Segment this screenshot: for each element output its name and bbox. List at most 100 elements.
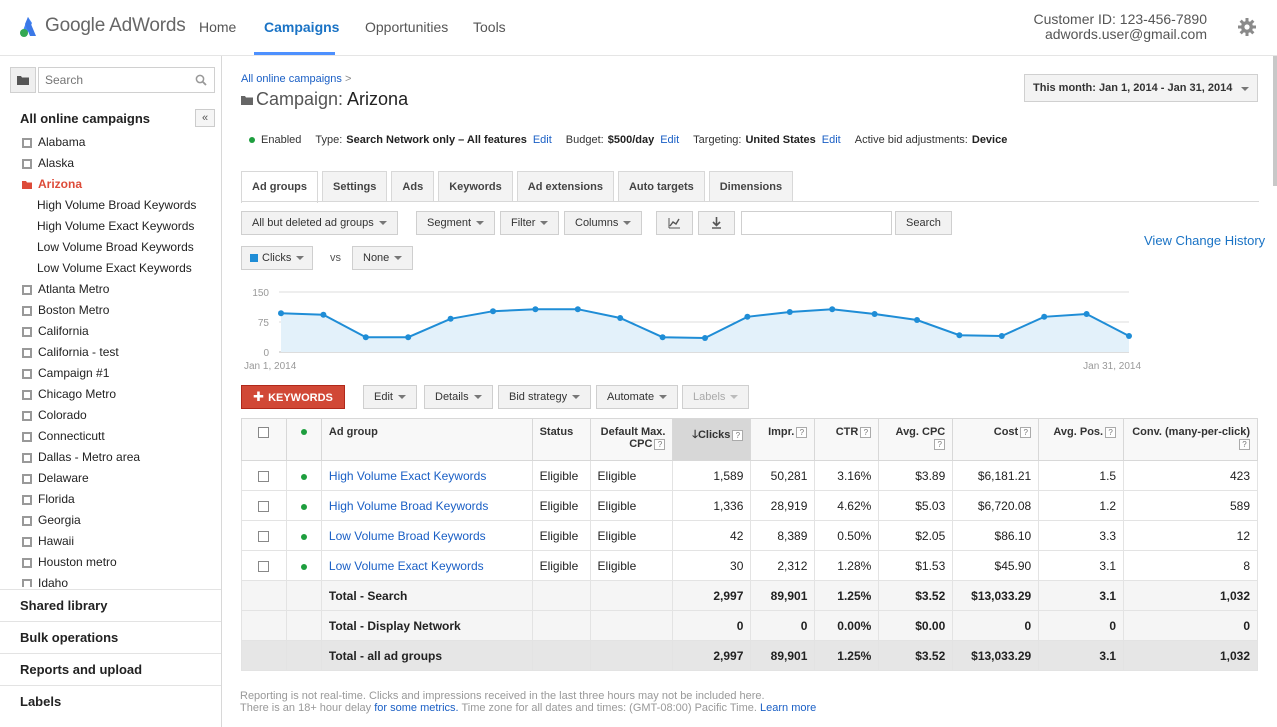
help-icon[interactable]: ? xyxy=(796,426,808,438)
all-campaigns-link[interactable]: All online campaigns xyxy=(20,111,150,126)
some-metrics-link[interactable]: for some metrics. xyxy=(374,702,458,714)
row-checkbox[interactable] xyxy=(258,470,270,482)
header-conv[interactable]: Conv. (many-per-click)? xyxy=(1123,418,1258,461)
row-checkbox[interactable] xyxy=(258,560,270,572)
sidebar-campaign-item[interactable]: Colorado xyxy=(0,405,221,426)
header-ctr[interactable]: CTR? xyxy=(814,418,880,461)
nav-home[interactable]: Home xyxy=(199,19,236,35)
help-icon[interactable]: ? xyxy=(860,426,872,438)
sidebar-adgroup-item[interactable]: High Volume Exact Keywords xyxy=(0,216,221,237)
sidebar-campaign-item[interactable]: Dallas - Metro area xyxy=(0,447,221,468)
download-button[interactable] xyxy=(698,211,735,235)
nav-tools[interactable]: Tools xyxy=(473,19,506,35)
row-status-cell[interactable] xyxy=(285,550,322,581)
sidebar-campaign-item[interactable]: Arizona xyxy=(0,174,221,195)
edit-targeting-link[interactable]: Edit xyxy=(822,134,841,146)
labels-link[interactable]: Labels xyxy=(0,685,221,717)
sidebar-campaign-item[interactable]: Georgia xyxy=(0,510,221,531)
tab-keywords[interactable]: Keywords xyxy=(438,171,513,202)
header-default-max-cpc[interactable]: Default Max. CPC? xyxy=(589,418,674,461)
help-icon[interactable]: ? xyxy=(1105,426,1117,438)
ad-group-link[interactable]: Low Volume Exact Keywords xyxy=(320,550,533,581)
header-avg-pos[interactable]: Avg. Pos.? xyxy=(1038,418,1125,461)
sidebar-campaign-item[interactable]: California - test xyxy=(0,342,221,363)
page-scrollbar[interactable] xyxy=(1273,56,1277,186)
default-cpc-cell[interactable]: Eligible xyxy=(589,550,674,581)
tab-ad-groups[interactable]: Ad groups xyxy=(241,171,318,203)
sidebar-campaign-item[interactable]: Idaho xyxy=(0,573,221,587)
ad-group-filter-select[interactable]: All but deleted ad groups xyxy=(241,211,398,235)
edit-button[interactable]: Edit xyxy=(363,385,417,409)
learn-more-link[interactable]: Learn more xyxy=(760,702,816,714)
automate-button[interactable]: Automate xyxy=(596,385,679,409)
search-icon[interactable] xyxy=(195,74,207,86)
sidebar-campaign-item[interactable]: Connecticutt xyxy=(0,426,221,447)
default-cpc-cell[interactable]: Eligible xyxy=(589,460,674,491)
account-info[interactable]: Customer ID: 123-456-7890 adwords.user@g… xyxy=(1033,12,1207,42)
nav-campaigns[interactable]: Campaigns xyxy=(264,19,339,35)
header-clicks[interactable]: 🡓Clicks? xyxy=(672,418,752,461)
tab-dimensions[interactable]: Dimensions xyxy=(708,171,794,202)
header-avg-cpc[interactable]: Avg. CPC? xyxy=(878,418,954,461)
shared-library-link[interactable]: Shared library xyxy=(0,589,221,621)
adwords-logo[interactable]: Google AdWords xyxy=(16,14,186,38)
sidebar-campaign-item[interactable]: Campaign #1 xyxy=(0,363,221,384)
nav-opportunities[interactable]: Opportunities xyxy=(365,19,448,35)
view-change-history-link[interactable]: View Change History xyxy=(1144,233,1265,248)
folder-toggle-button[interactable] xyxy=(10,67,36,93)
help-icon[interactable]: ? xyxy=(654,438,666,450)
help-icon[interactable]: ? xyxy=(1020,426,1032,438)
sidebar-campaign-item[interactable]: Houston metro xyxy=(0,552,221,573)
reports-upload-link[interactable]: Reports and upload xyxy=(0,653,221,685)
bulk-operations-link[interactable]: Bulk operations xyxy=(0,621,221,653)
ad-group-link[interactable]: Low Volume Broad Keywords xyxy=(320,520,533,551)
row-checkbox[interactable] xyxy=(258,500,270,512)
help-icon[interactable]: ? xyxy=(732,429,744,441)
add-keywords-button[interactable]: ✚ KEYWORDS xyxy=(241,385,345,409)
sidebar-campaign-item[interactable]: Alaska xyxy=(0,153,221,174)
bid-strategy-button[interactable]: Bid strategy xyxy=(498,385,592,409)
select-all-checkbox[interactable] xyxy=(258,426,270,438)
tab-ads[interactable]: Ads xyxy=(391,171,435,202)
gear-icon[interactable] xyxy=(1237,17,1257,37)
row-status-cell[interactable] xyxy=(285,460,322,491)
table-search-button[interactable]: Search xyxy=(895,211,952,235)
tab-auto-targets[interactable]: Auto targets xyxy=(617,171,705,202)
row-status-cell[interactable] xyxy=(285,520,322,551)
columns-button[interactable]: Columns xyxy=(564,211,643,235)
segment-button[interactable]: Segment xyxy=(416,211,496,235)
metric2-select[interactable]: None xyxy=(352,246,414,270)
sidebar-campaign-item[interactable]: Boston Metro xyxy=(0,300,221,321)
sidebar-adgroup-item[interactable]: High Volume Broad Keywords xyxy=(0,195,221,216)
sidebar-campaign-item[interactable]: Delaware xyxy=(0,468,221,489)
header-ad-group[interactable]: Ad group xyxy=(320,418,533,461)
help-icon[interactable]: ? xyxy=(934,438,946,450)
default-cpc-cell[interactable]: Eligible xyxy=(589,520,674,551)
row-checkbox[interactable] xyxy=(258,530,270,542)
default-cpc-cell[interactable]: Eligible xyxy=(589,490,674,521)
date-range-selector[interactable]: This month: Jan 1, 2014 - Jan 31, 2014 xyxy=(1024,74,1258,102)
sidebar-adgroup-item[interactable]: Low Volume Broad Keywords xyxy=(0,237,221,258)
sidebar-campaign-item[interactable]: California xyxy=(0,321,221,342)
row-status-cell[interactable] xyxy=(285,490,322,521)
sidebar-campaign-item[interactable]: Florida xyxy=(0,489,221,510)
table-search-input[interactable] xyxy=(741,211,892,235)
sidebar-campaign-item[interactable]: Hawaii xyxy=(0,531,221,552)
sidebar-campaign-item[interactable]: Chicago Metro xyxy=(0,384,221,405)
sidebar-search-input[interactable] xyxy=(39,68,189,92)
sidebar-campaign-item[interactable]: Alabama xyxy=(0,132,221,153)
sidebar-campaign-item[interactable]: Atlanta Metro xyxy=(0,279,221,300)
ad-group-link[interactable]: High Volume Broad Keywords xyxy=(320,490,533,521)
filter-button[interactable]: Filter xyxy=(500,211,560,235)
header-cost[interactable]: Cost? xyxy=(952,418,1040,461)
collapse-sidebar-button[interactable]: « xyxy=(195,109,215,127)
help-icon[interactable]: ? xyxy=(1239,438,1250,450)
sidebar-adgroup-item[interactable]: Low Volume Exact Keywords xyxy=(0,258,221,279)
ad-group-link[interactable]: High Volume Exact Keywords xyxy=(320,460,533,491)
toggle-graph-button[interactable] xyxy=(656,211,693,235)
labels-button[interactable]: Labels xyxy=(682,385,750,409)
header-impr[interactable]: Impr.? xyxy=(750,418,816,461)
tab-settings[interactable]: Settings xyxy=(322,171,388,202)
metric1-select[interactable]: Clicks xyxy=(241,246,314,270)
tab-ad-extensions[interactable]: Ad extensions xyxy=(516,171,614,202)
